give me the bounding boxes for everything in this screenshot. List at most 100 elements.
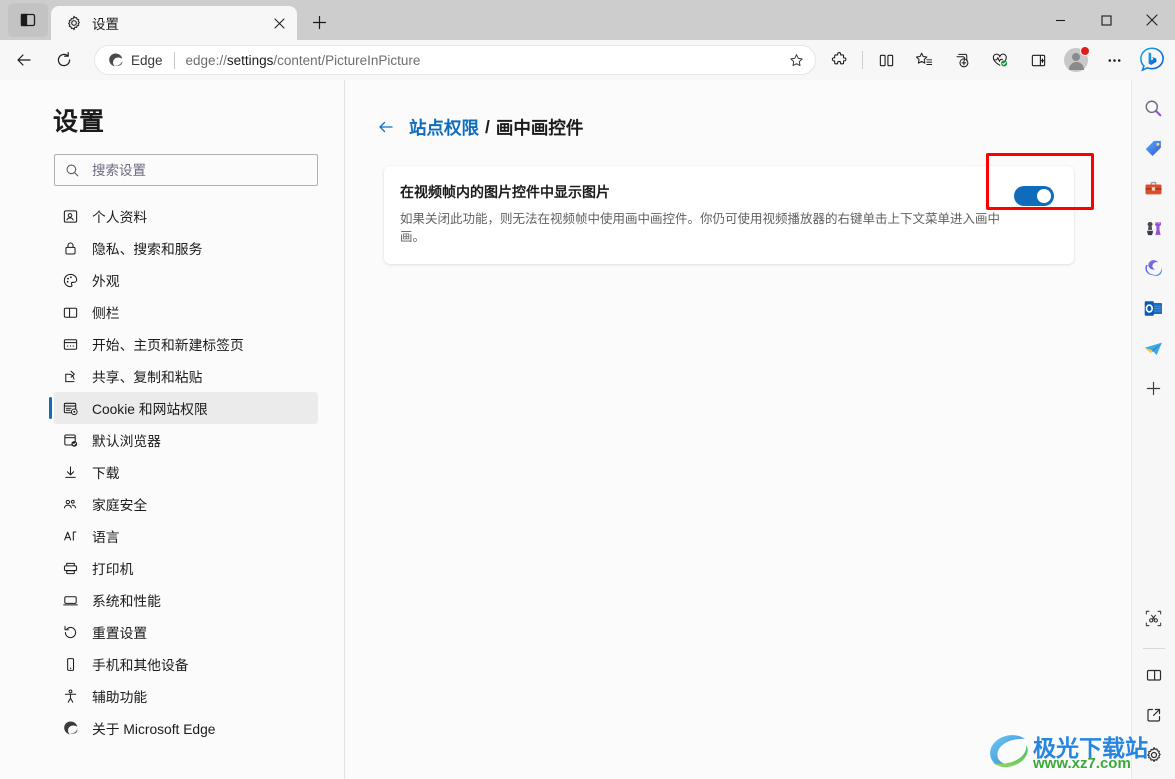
download-icon xyxy=(60,462,80,482)
picture-in-picture-setting-card: 在视频帧内的图片控件中显示图片 如果关闭此功能，则无法在视频帧中使用画中画控件。… xyxy=(384,166,1074,265)
sidebar-item-label: 系统和性能 xyxy=(92,594,161,609)
copilot-bing-icon xyxy=(1140,47,1164,72)
profile-icon xyxy=(60,206,80,226)
add-app-button[interactable] xyxy=(1138,372,1170,404)
arrow-left-icon xyxy=(379,121,393,133)
games-chess-icon[interactable] xyxy=(1138,212,1170,244)
browser-toolbar: Edge edge://settings/content/PictureInPi… xyxy=(0,40,1175,80)
search-settings-box[interactable] xyxy=(54,154,318,186)
profile-button[interactable] xyxy=(1060,44,1092,76)
breadcrumb-parent-link[interactable]: 站点权限 xyxy=(409,115,479,140)
edge-badge-label: Edge xyxy=(131,52,163,68)
sidebar-item-label: 侧栏 xyxy=(92,306,120,321)
edge-site-badge: Edge xyxy=(107,52,163,69)
tab-actions-button[interactable] xyxy=(8,3,48,37)
copilot-button[interactable] xyxy=(1137,45,1167,75)
breadcrumb: 站点权限 / 画中画控件 xyxy=(373,114,1131,140)
toolbar-divider xyxy=(862,51,863,69)
maximize-button[interactable] xyxy=(1083,0,1129,40)
sidebar-item-sidebar[interactable]: 侧栏 xyxy=(54,296,318,328)
close-window-button[interactable] xyxy=(1129,0,1175,40)
omnibox-divider xyxy=(173,51,175,69)
favorites-button[interactable] xyxy=(908,44,940,76)
sidebar-item-privacy[interactable]: 隐私、搜索和服务 xyxy=(54,232,318,264)
sidebar-item-phone-other-devices[interactable]: 手机和其他设备 xyxy=(54,648,318,680)
search-icon[interactable] xyxy=(1138,92,1170,124)
split-pane-icon[interactable] xyxy=(1138,659,1170,691)
outlook-icon[interactable] xyxy=(1138,292,1170,324)
screenshot-icon[interactable] xyxy=(1138,602,1170,634)
telegram-icon[interactable] xyxy=(1138,332,1170,364)
sidebar-item-label: 隐私、搜索和服务 xyxy=(92,242,203,257)
setting-title: 在视频帧内的图片控件中显示图片 xyxy=(400,184,610,200)
url-path: /content/PictureInPicture xyxy=(273,52,421,68)
minimize-button[interactable] xyxy=(1037,0,1083,40)
family-safety-icon xyxy=(60,494,80,514)
refresh-button[interactable] xyxy=(48,44,80,76)
favorite-star-button[interactable] xyxy=(783,47,809,73)
sidebar-item-reset-settings[interactable]: 重置设置 xyxy=(54,616,318,648)
avatar xyxy=(1064,46,1090,72)
edge-logo-icon xyxy=(60,718,80,738)
minimize-icon xyxy=(1055,19,1065,21)
breadcrumb-current: 画中画控件 xyxy=(495,117,584,138)
sidebar-item-label: 共享、复制和粘贴 xyxy=(92,370,203,385)
sidebar-item-label: Cookie 和网站权限 xyxy=(92,402,208,417)
shopping-tag-icon[interactable] xyxy=(1138,132,1170,164)
sidebar-toggle-button[interactable] xyxy=(1022,44,1054,76)
settings-nav-list: 个人资料 隐私、搜索和服务 外观 侧栏 开始、主页和新建标签页 共享、复制和粘贴… xyxy=(0,200,344,744)
sidebar-toggle-icon xyxy=(1031,54,1045,66)
default-browser-icon xyxy=(60,430,80,450)
sidebar-item-system-performance[interactable]: 系统和性能 xyxy=(54,584,318,616)
sidebar-item-label: 手机和其他设备 xyxy=(92,658,189,673)
avatar-head xyxy=(1072,53,1080,61)
tab-actions-icon xyxy=(20,13,36,27)
title-bar: 设置 xyxy=(0,0,1175,40)
sidebar-item-default-browser[interactable]: 默认浏览器 xyxy=(54,424,318,456)
tab-close-button[interactable] xyxy=(267,11,291,35)
open-in-new-icon[interactable] xyxy=(1138,699,1170,731)
browser-essentials-icon xyxy=(992,53,1008,67)
collections-button[interactable] xyxy=(946,44,978,76)
sidebar-item-downloads[interactable]: 下载 xyxy=(54,456,318,488)
tab-title: 设置 xyxy=(92,17,119,32)
microsoft365-icon[interactable] xyxy=(1138,252,1170,284)
browser-tab-settings[interactable]: 设置 xyxy=(51,6,297,40)
sidebar-item-profiles[interactable]: 个人资料 xyxy=(54,200,318,232)
sidebar-item-cookies-site-permissions[interactable]: Cookie 和网站权限 xyxy=(49,392,318,424)
avatar-body xyxy=(1068,62,1084,70)
sidebar-item-label: 外观 xyxy=(92,274,120,289)
sidebar-item-printers[interactable]: 打印机 xyxy=(54,552,318,584)
reset-icon xyxy=(60,622,80,642)
cookie-permissions-icon xyxy=(60,398,80,418)
sidebar-item-languages[interactable]: 语言 xyxy=(54,520,318,552)
more-options-button[interactable] xyxy=(1098,44,1130,76)
sidebar-item-start-home-newtab[interactable]: 开始、主页和新建标签页 xyxy=(54,328,318,360)
collections-icon xyxy=(956,53,968,67)
plus-icon xyxy=(1146,381,1161,395)
share-icon xyxy=(60,366,80,386)
search-input[interactable] xyxy=(92,162,307,178)
close-icon xyxy=(1146,14,1158,26)
settings-gear-icon[interactable] xyxy=(1138,739,1170,771)
sidebar-item-accessibility[interactable]: 辅助功能 xyxy=(54,680,318,712)
settings-sidebar: 设置 搜索设置 个人资料 隐私、搜索和服务 外观 侧栏 开始、主页和新建标签页 … xyxy=(0,80,345,779)
sidebar-item-label: 个人资料 xyxy=(92,210,148,225)
browser-essentials-button[interactable] xyxy=(984,44,1016,76)
edge-app-sidebar xyxy=(1131,80,1175,779)
back-button[interactable] xyxy=(8,44,40,76)
picture-in-picture-toggle[interactable] xyxy=(1014,186,1054,206)
sidebar-item-family-safety[interactable]: 家庭安全 xyxy=(54,488,318,520)
sidebar-item-share-copy-paste[interactable]: 共享、复制和粘贴 xyxy=(54,360,318,392)
extensions-button[interactable] xyxy=(823,44,855,76)
address-bar[interactable]: Edge edge://settings/content/PictureInPi… xyxy=(94,45,816,75)
star-icon xyxy=(789,53,803,66)
sidebar-item-label: 辅助功能 xyxy=(92,690,148,705)
home-page-icon xyxy=(60,334,80,354)
split-screen-button[interactable] xyxy=(870,44,902,76)
sidebar-item-about-edge[interactable]: 关于 Microsoft Edge xyxy=(54,712,318,744)
tools-briefcase-icon[interactable] xyxy=(1138,172,1170,204)
new-tab-button[interactable] xyxy=(303,6,335,38)
breadcrumb-back-button[interactable] xyxy=(373,114,399,140)
sidebar-item-appearance[interactable]: 外观 xyxy=(54,264,318,296)
